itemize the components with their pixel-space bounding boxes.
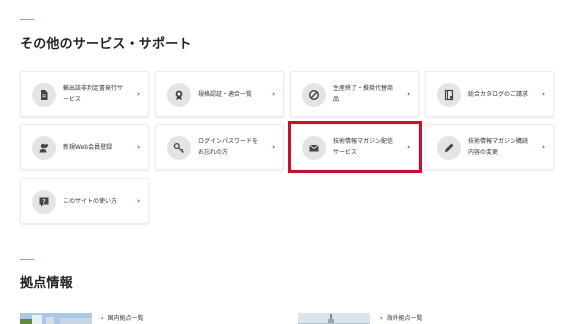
chevron-right-icon: › — [380, 315, 383, 322]
card-discontinued-products[interactable]: 生産終了・推奨代替商 品 › — [290, 71, 419, 117]
card-label: 生産終了・推奨代替商 品 — [333, 85, 394, 103]
card-site-usage[interactable]: ? このサイトの使い方 › — [20, 178, 149, 224]
pencil-icon — [437, 136, 461, 160]
card-label: このサイトの使い方 — [63, 197, 118, 205]
card-catalog-request[interactable]: 総合カタログのご請求 › — [425, 71, 554, 117]
prohibited-icon — [302, 83, 326, 107]
overseas-offices-link[interactable]: › 海外拠点一覧 — [380, 313, 423, 322]
card-standards-certification[interactable]: 規格認証・適合一覧 › — [155, 71, 284, 117]
user-register-icon — [32, 136, 56, 160]
document-icon — [32, 83, 56, 107]
overseas-office-image[interactable] — [298, 311, 370, 324]
card-tech-magazine-change[interactable]: 技術情報マガジン購読 内容の変更 › — [425, 124, 554, 170]
card-tech-magazine-delivery[interactable]: 技術情報マガジン配信 サービス › — [290, 124, 419, 170]
chevron-right-icon: › — [137, 197, 140, 205]
chevron-right-icon: › — [101, 315, 104, 322]
chevron-right-icon: › — [272, 143, 275, 151]
help-question-icon: ? — [32, 190, 56, 214]
card-label: 規格認証・適合一覧 — [198, 90, 253, 98]
key-icon — [167, 136, 191, 160]
card-label: ログインパスワードを お忘れの方 — [198, 138, 259, 156]
offices-accent-line — [20, 259, 34, 260]
catalog-book-icon — [437, 83, 461, 107]
chevron-right-icon: › — [407, 90, 410, 98]
chevron-right-icon: › — [542, 143, 545, 151]
chevron-right-icon: › — [137, 143, 140, 151]
domestic-offices-label: 国内拠点一覧 — [107, 315, 144, 322]
domestic-office-image[interactable] — [20, 311, 92, 324]
chevron-right-icon: › — [137, 90, 140, 98]
chevron-right-icon: › — [272, 90, 275, 98]
chevron-right-icon: › — [407, 143, 410, 151]
domestic-offices-link[interactable]: › 国内拠点一覧 — [101, 313, 144, 322]
offices-title: 拠点情報 — [20, 276, 73, 291]
card-export-classification[interactable]: 輸出該非判定書発行サ ービス › — [20, 71, 149, 117]
chevron-right-icon: › — [542, 90, 545, 98]
certificate-badge-icon — [167, 83, 191, 107]
card-label: 技術情報マガジン配信 サービス — [333, 138, 394, 156]
card-label: 総合カタログのご請求 — [468, 90, 529, 98]
card-forgot-password[interactable]: ログインパスワードを お忘れの方 › — [155, 124, 284, 170]
card-web-member-registration[interactable]: 新規Web会員登録 › — [20, 124, 149, 170]
overseas-offices-label: 海外拠点一覧 — [386, 315, 423, 322]
svg-text:?: ? — [42, 198, 46, 205]
mail-icon — [302, 136, 326, 160]
other-services-title: その他のサービス・サポート — [20, 37, 192, 52]
card-label: 新規Web会員登録 — [63, 143, 113, 151]
card-label: 技術情報マガジン購読 内容の変更 — [468, 138, 529, 156]
section-accent-line — [20, 19, 34, 20]
card-label: 輸出該非判定書発行サ ービス — [63, 85, 124, 103]
